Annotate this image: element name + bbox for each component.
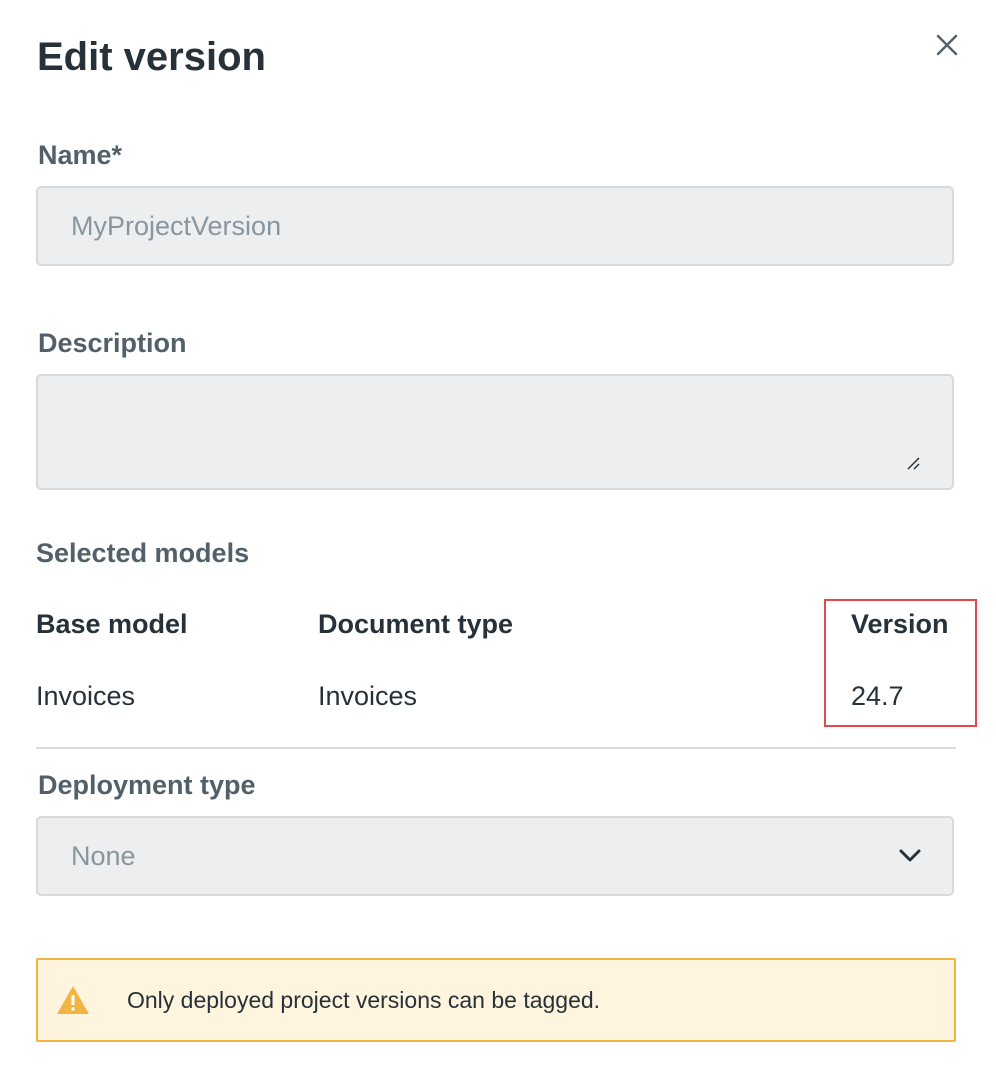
deployment-type-label: Deployment type (38, 770, 256, 800)
edit-version-dialog: Edit version Name* MyProjectVersion Desc… (0, 0, 996, 1076)
deployment-type-value: None (71, 841, 136, 871)
name-input[interactable]: MyProjectVersion (36, 186, 954, 266)
warning-icon (57, 986, 89, 1014)
resize-handle-icon[interactable] (906, 456, 920, 470)
selected-models-label: Selected models (36, 538, 250, 568)
name-label: Name* (38, 140, 123, 170)
version-highlight-box (824, 599, 977, 727)
warning-alert: Only deployed project versions can be ta… (36, 958, 956, 1042)
cell-document-type: Invoices (318, 681, 418, 711)
name-input-value: MyProjectVersion (71, 211, 282, 241)
cell-base-model: Invoices (36, 681, 136, 711)
alert-text: Only deployed project versions can be ta… (127, 987, 601, 1013)
column-header-document-type: Document type (318, 609, 514, 639)
chevron-down-icon (899, 849, 921, 862)
close-button[interactable] (930, 28, 964, 62)
description-textarea[interactable] (36, 374, 954, 490)
divider (36, 747, 956, 749)
description-label: Description (38, 328, 187, 358)
deployment-type-select[interactable]: None (36, 816, 954, 896)
dialog-title: Edit version (37, 35, 266, 79)
close-icon (936, 34, 958, 56)
column-header-base-model: Base model (36, 609, 188, 639)
